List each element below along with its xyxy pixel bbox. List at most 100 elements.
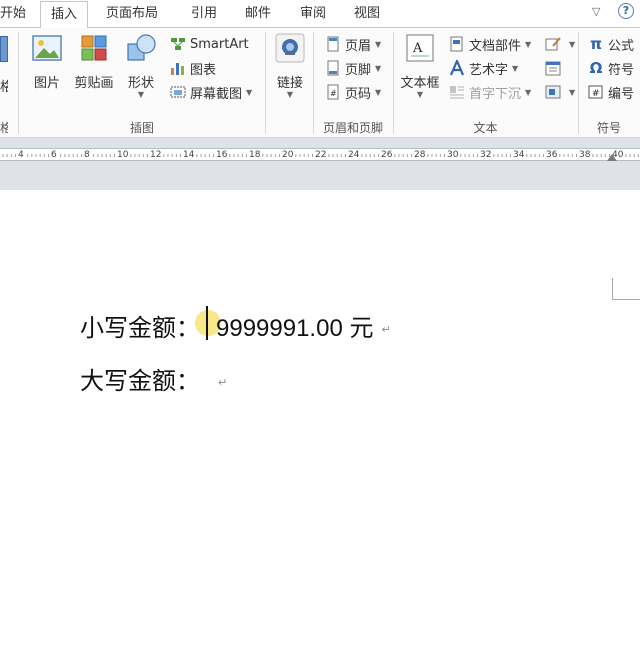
signature-line-icon (545, 37, 561, 51)
ruler-number: 24 (347, 149, 361, 160)
text-group-label: 文本 (473, 121, 498, 135)
object-icon (545, 85, 561, 99)
clipart-label: 剪贴画 (74, 76, 114, 91)
group-separator (18, 32, 19, 134)
link-icon (275, 33, 305, 63)
text-cursor (206, 306, 208, 340)
wordart-icon (449, 60, 465, 76)
object-dropdown-icon: ▼ (569, 87, 576, 97)
header-icon (327, 36, 339, 52)
ruler-number: 22 (314, 149, 328, 160)
link-label: 链接 (276, 76, 303, 91)
ruler-number: 6 (50, 149, 58, 160)
numbering-label: 编号 (608, 86, 635, 102)
wordart-button[interactable]: 艺术字 ▼ (449, 58, 518, 78)
textbox-button[interactable]: A 文本框 ▼ (398, 32, 442, 99)
datetime-button[interactable] (545, 58, 565, 78)
tab-start[interactable]: 开始 (0, 4, 26, 28)
screenshot-icon (170, 86, 186, 98)
picture-button[interactable]: 图片 (28, 32, 66, 91)
margin-corner-mark (612, 278, 640, 300)
numbering-button[interactable]: # 编号 (588, 82, 634, 102)
ruler-number: 32 (479, 149, 493, 160)
smartart-icon (171, 38, 185, 50)
shapes-button[interactable]: 形状 ▼ (122, 32, 160, 99)
quick-parts-button[interactable]: 文档部件 ▼ (449, 34, 531, 54)
wordart-dropdown-icon: ▼ (512, 63, 519, 73)
symbol-button[interactable]: Ω 符号 (588, 58, 634, 78)
uppercase-amount-label: 大写金额： (80, 368, 200, 395)
quick-parts-icon (450, 36, 463, 52)
svg-text:#: # (592, 89, 600, 99)
help-icon[interactable]: ? (618, 3, 634, 19)
equation-button[interactable]: π 公式 (588, 34, 634, 54)
textbox-dropdown-icon: ▼ (416, 90, 424, 99)
word-window: 开始 插入 页面布局 引用 邮件 审阅 视图 ▽ ? 格 格 图片 剪贴画 形状… (0, 0, 640, 655)
page-number-label: 页码 (345, 86, 372, 102)
ruler-number: 16 (215, 149, 229, 160)
tab-mailings[interactable]: 邮件 (245, 4, 271, 28)
tab-insert[interactable]: 插入 (40, 1, 89, 29)
ruler-number: 26 (380, 149, 394, 160)
right-indent-marker[interactable] (607, 154, 617, 161)
signature-line-dropdown-icon: ▼ (569, 39, 576, 49)
wordart-label: 艺术字 (469, 62, 509, 78)
screenshot-button[interactable]: 屏幕截图 ▼ (170, 82, 252, 102)
ruler-number: 30 (446, 149, 460, 160)
paragraph-mark-icon: ↵ (381, 324, 391, 336)
link-dropdown-icon: ▼ (286, 90, 294, 99)
header-dropdown-icon: ▼ (375, 39, 382, 49)
lowercase-amount-label: 小写金额： (80, 315, 200, 342)
svg-text:#: # (330, 89, 337, 98)
object-button[interactable]: ▼ (545, 82, 575, 102)
clipart-button[interactable]: 剪贴画 (70, 32, 118, 91)
ruler-number: 18 (248, 149, 262, 160)
partial-table-button[interactable] (0, 36, 8, 62)
chart-button[interactable]: 图表 (170, 58, 216, 78)
lowercase-amount-value: 9999991.00 元 (216, 315, 374, 342)
group-separator (265, 32, 266, 134)
dropcap-label: 首字下沉 (469, 86, 522, 102)
dropcap-dropdown-icon: ▼ (525, 87, 532, 97)
footer-label: 页脚 (345, 62, 372, 78)
ruler-number: 36 (545, 149, 559, 160)
footer-icon (327, 60, 339, 76)
tab-page-layout[interactable]: 页面布局 (106, 4, 158, 28)
textbox-icon: A (406, 34, 434, 62)
picture-label: 图片 (33, 76, 60, 91)
footer-button[interactable]: 页脚 ▼ (325, 58, 381, 78)
ribbon-insert-panel: 格 格 图片 剪贴画 形状 ▼ SmartArt 图表 屏幕截图 ▼ 插图 链接… (0, 28, 640, 138)
pi-icon: π (590, 35, 602, 53)
page-number-dropdown-icon: ▼ (375, 87, 382, 97)
shapes-label: 形状 (127, 76, 154, 91)
tab-references[interactable]: 引用 (191, 4, 217, 28)
smartart-button[interactable]: SmartArt (170, 34, 249, 54)
shapes-icon (127, 34, 156, 61)
tab-view[interactable]: 视图 (354, 4, 380, 28)
clipart-icon (81, 35, 107, 61)
partial-group-label: 格 (0, 121, 8, 135)
footer-dropdown-icon: ▼ (375, 63, 382, 73)
smartart-label: SmartArt (190, 36, 249, 52)
page-number-button[interactable]: # 页码 ▼ (325, 82, 381, 102)
tab-review[interactable]: 审阅 (300, 4, 326, 28)
ruler-number: 28 (413, 149, 427, 160)
symbols-group-label: 符号 (596, 121, 621, 135)
collapse-ribbon-icon[interactable]: ▽ (592, 5, 600, 18)
header-button[interactable]: 页眉 ▼ (325, 34, 381, 54)
picture-icon (32, 35, 62, 61)
signature-line-button[interactable]: ▼ (545, 34, 575, 54)
ruler-number: 38 (578, 149, 592, 160)
dropcap-button[interactable]: 首字下沉 ▼ (449, 82, 531, 102)
ruler-number: 34 (512, 149, 526, 160)
document-page[interactable]: 小写金额： 9999991.00 元 ↵ 大写金额： ↵ (0, 190, 640, 655)
ruler-number: 14 (182, 149, 196, 160)
ruler-number: 20 (281, 149, 295, 160)
equation-label: 公式 (608, 38, 635, 54)
paragraph-uppercase-amount[interactable]: 大写金额： ↵ (80, 361, 227, 396)
page-number-icon: # (327, 84, 339, 100)
paragraph-lowercase-amount[interactable]: 小写金额： 9999991.00 元 ↵ (80, 308, 391, 343)
textbox-label: 文本框 (400, 76, 440, 91)
horizontal-ruler[interactable]: 4 6 8 10 12 14 16 18 20 22 24 26 28 30 32 34 36 38 40 (0, 148, 640, 161)
link-button[interactable]: 链接 ▼ (270, 32, 310, 99)
